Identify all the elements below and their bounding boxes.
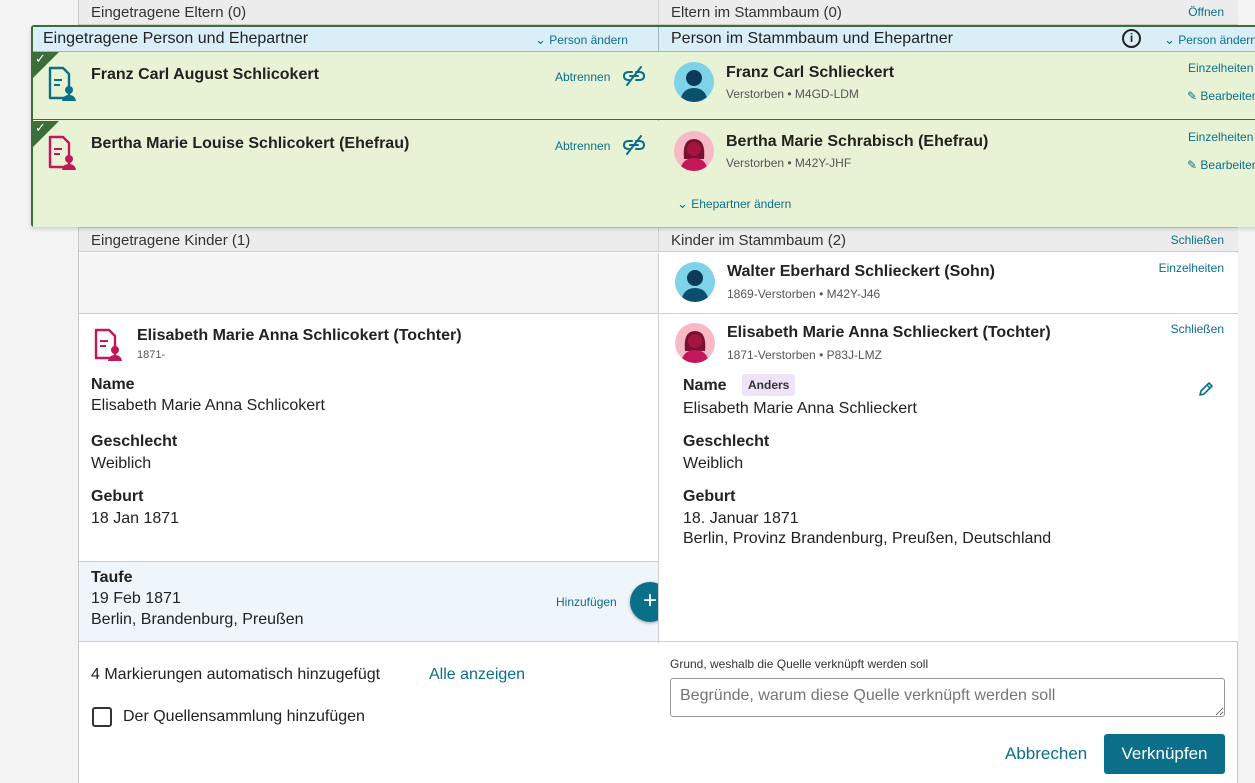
chevron-down-icon: ⌄ [1164,32,1175,47]
tree-couple-title: Person im Stammbaum und Ehepartner [658,27,953,51]
tree-elisabeth-name[interactable]: Elisabeth Marie Anna Schlieckert (Tochte… [727,324,1051,342]
couple-panel-header: Eingetragene Person und Ehepartner ⌄ Per… [33,27,1255,52]
tree-birth-label: Geburt [683,488,736,505]
auto-tags-text: 4 Markierungen automatisch hinzugefügt [91,666,381,683]
baptism-label: Taufe [91,569,133,586]
tree-elisabeth-close-link[interactable]: Schließen [1171,322,1224,336]
female-avatar-icon [674,131,714,171]
close-children-link[interactable]: Schließen [1171,228,1224,253]
cancel-button[interactable]: Abbrechen [1005,744,1087,764]
parents-left-title: Eingetragene Eltern (0) [91,4,247,21]
tree-gender-value: Weiblich [683,455,744,472]
tree-wife-name[interactable]: Bertha Marie Schrabisch (Ehefrau) [726,133,988,151]
husband-edit-link[interactable]: ✎ Bearbeiten [1187,89,1255,103]
detach-husband-link[interactable]: Abtrennen [555,70,610,84]
wife-edit-link[interactable]: ✎ Bearbeiten [1187,158,1255,172]
tree-elisabeth-meta: 1871-Verstorben • P83J-LMZ [727,348,882,362]
unlink-icon[interactable] [622,135,646,160]
detach-wife-link[interactable]: Abtrennen [555,139,610,153]
baptism-date: 19 Feb 1871 [91,590,181,607]
add-collection-label: Der Quellensammlung hinzufügen [123,708,365,725]
parents-band-left: Eingetragene Eltern (0) [79,0,658,25]
record-name-value: Elisabeth Marie Anna Schlicokert [91,397,325,414]
male-avatar-icon [674,62,714,102]
record-female-icon [93,328,123,367]
reason-label: Grund, weshalb die Quelle verknüpft werd… [670,657,929,671]
record-birth-label: Geburt [91,488,144,505]
children-band-right: Kinder im Stammbaum (2) Schließen [658,227,1238,252]
record-couple-title: Eingetragene Person und Ehepartner [43,30,309,47]
record-document-male-icon [47,66,77,107]
tree-change-person-link[interactable]: ⌄ Person ändern [1164,28,1255,52]
record-change-person-link[interactable]: ⌄ Person ändern [535,28,628,52]
link-submit-button[interactable]: Verknüpfen [1104,734,1225,774]
chevron-down-icon: ⌄ [677,196,688,211]
record-husband-name: Franz Carl August Schlicokert [91,66,319,83]
walter-details-link[interactable]: Einzelheiten [1159,261,1224,275]
tree-child-elisabeth: Elisabeth Marie Anna Schlieckert (Tochte… [658,314,1238,642]
tree-birth-place: Berlin, Provinz Brandenburg, Preußen, De… [683,530,1052,547]
add-collection-checkbox[interactable] [92,707,112,727]
record-elisabeth-meta: 1871- [137,349,166,361]
wife-details-link[interactable]: Einzelheiten [1188,130,1253,144]
baptism-place: Berlin, Brandenburg, Preußen [91,611,304,628]
couple-row-husband: ✓ Franz Carl August Schlicokert Abtrenne… [33,51,1255,120]
children-band-left: Eingetragene Kinder (1) [79,227,658,252]
male-avatar-icon [675,262,715,302]
record-empty-cell [79,253,658,314]
edit-name-pencil-icon[interactable] [1197,380,1215,403]
chevron-down-icon: ⌄ [535,32,546,47]
record-child-elisabeth: Elisabeth Marie Anna Schlicokert (Tochte… [79,314,658,561]
record-gender-value: Weiblich [91,455,152,472]
record-baptism-row: Taufe 19 Feb 1871 Berlin, Brandenburg, P… [79,561,658,642]
record-document-female-icon [47,135,77,176]
unlink-icon[interactable] [622,66,646,91]
tree-wife-meta: Verstorben • M42Y-JHF [726,156,852,170]
add-baptism-link[interactable]: Hinzufügen [556,595,617,609]
pencil-icon: ✎ [1187,158,1198,172]
tree-husband-meta: Verstorben • M4GD-LDM [726,87,859,101]
children-left-title: Eingetragene Kinder (1) [91,232,251,249]
different-badge: Anders [742,374,796,396]
tree-birth-date: 18. Januar 1871 [683,510,799,527]
couple-row-wife: ✓ Bertha Marie Louise Schlicokert (Ehefr… [33,120,1255,227]
change-spouse-link[interactable]: ⌄ Ehepartner ändern [677,196,791,212]
record-gender-label: Geschlecht [91,433,178,450]
parents-band-right: Eltern im Stammbaum (0) Öffnen [658,0,1238,25]
info-icon[interactable]: i [1122,29,1141,48]
couple-match-panel: Eingetragene Person und Ehepartner ⌄ Per… [31,25,1255,227]
reason-textarea[interactable] [670,678,1225,717]
walter-name[interactable]: Walter Eberhard Schlieckert (Sohn) [727,263,995,281]
female-avatar-icon [675,323,715,363]
tree-name-value: Elisabeth Marie Anna Schlieckert [683,400,917,417]
tree-gender-label: Geschlecht [683,433,770,450]
parents-right-title: Eltern im Stammbaum (0) [671,4,842,21]
tree-child-walter: Walter Eberhard Schlieckert (Sohn) 1869-… [658,253,1238,314]
plus-icon: + [642,587,657,614]
tree-name-label: Name [683,377,727,394]
show-all-link[interactable]: Alle anzeigen [429,666,525,684]
pencil-icon: ✎ [1187,89,1198,103]
walter-meta: 1869-Verstorben • M42Y-J46 [727,287,881,301]
record-wife-name: Bertha Marie Louise Schlicokert (Ehefrau… [91,135,410,152]
tree-husband-name[interactable]: Franz Carl Schlieckert [726,64,894,82]
children-right-title: Kinder im Stammbaum (2) [671,232,847,249]
record-name-label: Name [91,376,135,393]
record-birth-value: 18 Jan 1871 [91,510,180,527]
record-elisabeth-name: Elisabeth Marie Anna Schlicokert (Tochte… [137,327,462,344]
husband-details-link[interactable]: Einzelheiten [1188,61,1253,75]
open-parents-link[interactable]: Öffnen [1188,0,1224,25]
